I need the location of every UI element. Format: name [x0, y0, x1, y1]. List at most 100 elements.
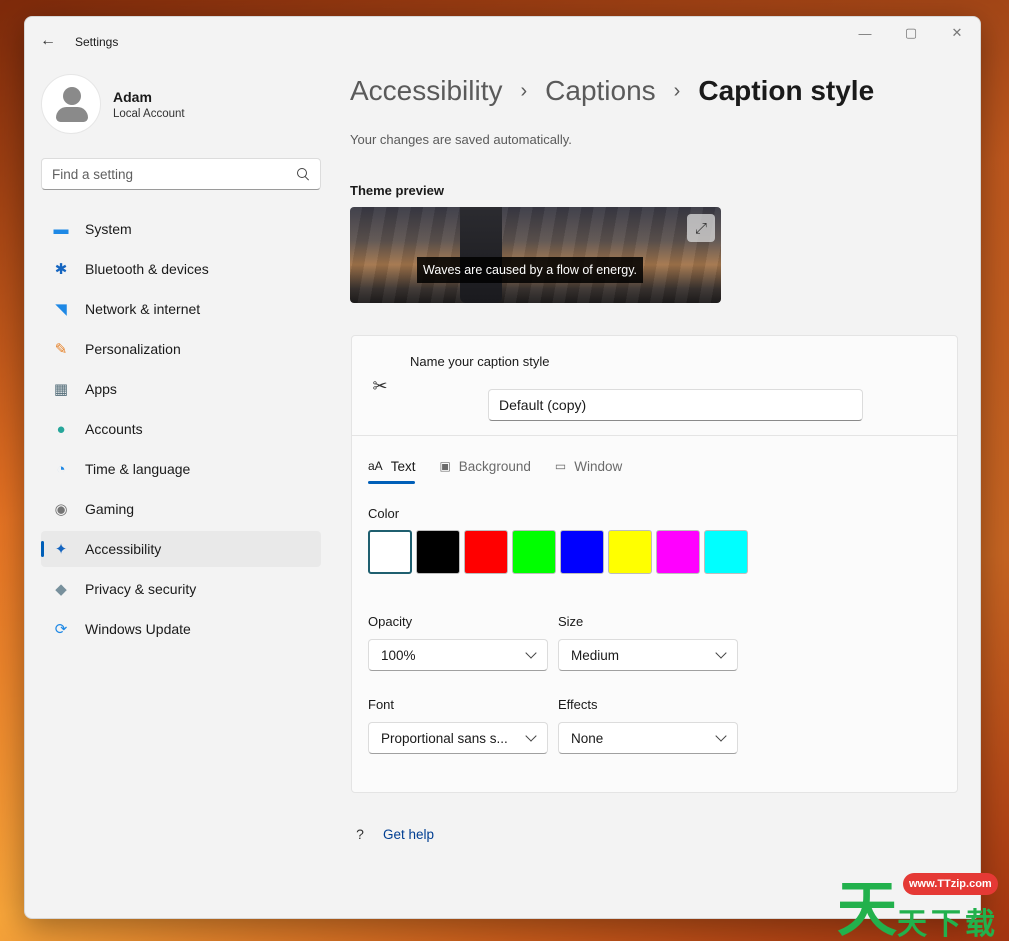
sidebar-item-label: Accessibility [85, 541, 162, 557]
sidebar-item-label: Personalization [85, 341, 181, 357]
minimize-button[interactable]: — [842, 17, 888, 49]
caption-name-input[interactable] [488, 389, 863, 421]
back-button[interactable]: ← [35, 29, 61, 53]
sidebar-item-personalization[interactable]: ✎ Personalization [41, 331, 321, 367]
breadcrumb-chevron-icon: › [520, 79, 528, 102]
color-swatch[interactable] [416, 530, 460, 574]
expand-preview-button[interactable]: ⤢ [687, 214, 715, 242]
system-icon: ▬ [53, 220, 69, 238]
sidebar-item-privacy-security[interactable]: ◆ Privacy & security [41, 571, 321, 607]
sidebar-item-label: Gaming [85, 501, 135, 517]
search-box[interactable] [41, 158, 321, 190]
watermark-char: 下 [931, 907, 961, 941]
color-swatch[interactable] [512, 530, 556, 574]
opacity-dropdown[interactable]: 100% [368, 639, 548, 671]
user-profile[interactable]: Adam Local Account [41, 74, 185, 134]
breadcrumb: Accessibility › Captions › Caption style [350, 75, 874, 107]
background-tab-icon: ▣ [439, 459, 451, 473]
color-swatch[interactable] [656, 530, 700, 574]
theme-preview-label: Theme preview [350, 183, 444, 198]
caption-name-row: ✂ Name your caption style [352, 336, 957, 436]
sidebar-item-bluetooth-devices[interactable]: ✱ Bluetooth & devices [41, 251, 321, 287]
sidebar-item-gaming[interactable]: ◉ Gaming [41, 491, 321, 527]
caption-style-card: ✂ Name your caption style aA Text ▣ Back… [351, 335, 958, 793]
clock-globe-icon: ◔ [56, 460, 66, 478]
opacity-label: Opacity [368, 614, 413, 629]
settings-window: ← Settings — ▢ ✕ Adam Local Account ▬ Sys… [24, 16, 981, 919]
maximize-icon: ▢ [904, 25, 918, 40]
title-bar: ← Settings — ▢ ✕ [25, 17, 980, 65]
accounts-icon: ● [56, 420, 66, 438]
tab-background[interactable]: ▣ Background [439, 452, 530, 480]
expand-icon: ⤢ [694, 219, 707, 237]
chevron-down-icon [715, 647, 727, 659]
profile-subtitle: Local Account [113, 107, 185, 120]
sidebar-item-label: System [85, 221, 132, 237]
tab-text-label: Text [390, 458, 416, 474]
color-label: Color [368, 506, 400, 521]
color-swatch[interactable] [560, 530, 604, 574]
caption-tabs: aA Text ▣ Background ▭ Window [368, 452, 646, 484]
autosave-notice: Your changes are saved automatically. [350, 132, 572, 147]
preview-background-image [350, 207, 721, 303]
apps-icon: ▦ [53, 381, 69, 398]
effects-label: Effects [558, 697, 598, 712]
window-controls: — ▢ ✕ [842, 17, 980, 49]
avatar-head-icon [63, 87, 81, 105]
tab-window[interactable]: ▭ Window [555, 452, 622, 480]
font-dropdown[interactable]: Proportional sans s... [368, 722, 548, 754]
get-help[interactable]: ? Get help [351, 825, 434, 843]
color-swatch[interactable] [464, 530, 508, 574]
chevron-down-icon [525, 647, 537, 659]
shield-icon: ◆ [55, 581, 67, 598]
sidebar-item-accessibility[interactable]: ✦ Accessibility [41, 531, 321, 567]
accessibility-icon: ✦ [54, 541, 68, 558]
avatar [41, 74, 101, 134]
watermark-url: www.TTzip.com [903, 873, 998, 895]
sidebar-item-label: Privacy & security [85, 581, 197, 597]
search-input[interactable] [52, 166, 296, 182]
app-title: Settings [75, 35, 119, 49]
sidebar-item-label: Time & language [85, 461, 191, 477]
preview-person-image [460, 207, 502, 303]
size-dropdown[interactable]: Medium [558, 639, 738, 671]
chevron-down-icon [715, 730, 727, 742]
avatar-body-icon [56, 107, 88, 122]
window-tab-icon: ▭ [554, 459, 567, 473]
color-swatch[interactable] [608, 530, 652, 574]
color-swatches [368, 530, 752, 574]
color-swatch[interactable] [368, 530, 412, 574]
size-value: Medium [571, 647, 620, 663]
breadcrumb-accessibility[interactable]: Accessibility [350, 75, 502, 107]
sidebar-item-label: Windows Update [85, 621, 191, 637]
font-label: Font [368, 697, 395, 712]
get-help-link[interactable]: Get help [383, 827, 434, 842]
tab-text[interactable]: aA Text [368, 452, 416, 484]
effects-dropdown[interactable]: None [558, 722, 738, 754]
theme-preview: Waves are caused by a flow of energy. ⤢ [350, 207, 721, 303]
color-swatch[interactable] [704, 530, 748, 574]
tab-background-label: Background [458, 458, 531, 474]
sidebar-item-network-internet[interactable]: ◥ Network & internet [41, 291, 321, 327]
sidebar-item-time-language[interactable]: ◔ Time & language [41, 451, 321, 487]
maximize-button[interactable]: ▢ [888, 17, 934, 49]
sidebar-item-label: Bluetooth & devices [85, 261, 209, 277]
watermark-char: 载 [965, 907, 995, 941]
close-button[interactable]: ✕ [934, 17, 980, 49]
watermark-char: 天 [837, 875, 897, 941]
text-tab-icon: aA [368, 459, 383, 473]
chevron-down-icon [525, 730, 537, 742]
search-icon[interactable] [296, 167, 310, 181]
wifi-icon: ◥ [55, 301, 67, 318]
sidebar-item-accounts[interactable]: ● Accounts [41, 411, 321, 447]
caption-style-pen-icon: ✂ [372, 375, 388, 396]
sidebar-item-system[interactable]: ▬ System [41, 211, 321, 247]
caption-name-label: Name your caption style [410, 354, 550, 369]
sidebar-item-windows-update[interactable]: ⟳ Windows Update [41, 611, 321, 647]
opacity-value: 100% [381, 647, 416, 663]
sidebar-item-apps[interactable]: ▦ Apps [41, 371, 321, 407]
brush-icon: ✎ [54, 341, 68, 358]
update-icon: ⟳ [54, 621, 68, 638]
breadcrumb-captions[interactable]: Captions [545, 75, 656, 107]
close-icon: ✕ [951, 25, 963, 40]
